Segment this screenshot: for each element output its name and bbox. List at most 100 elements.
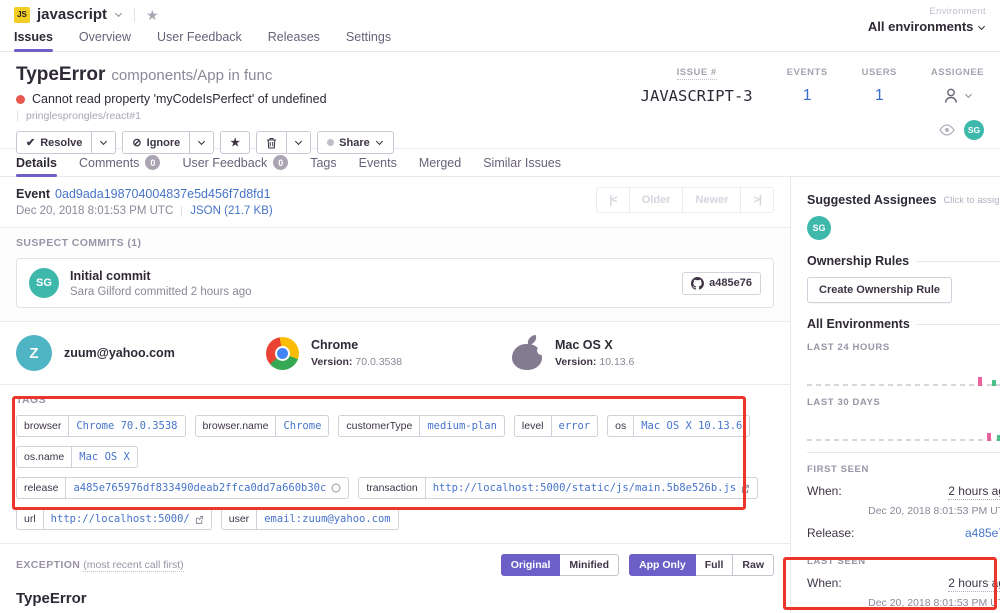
- chevron-down-icon[interactable]: [115, 10, 122, 17]
- tab-details[interactable]: Details: [16, 149, 57, 176]
- first-seen-block: FIRST SEEN When:2 hours ago Dec 20, 2018…: [807, 452, 1000, 540]
- create-ownership-rule-button[interactable]: Create Ownership Rule: [807, 277, 952, 303]
- event-toolbar: Event0ad9ada198704004837e5d456f7d8fd1 De…: [0, 177, 790, 228]
- issue-number-label: ISSUE #: [677, 67, 717, 80]
- bookmark-star-icon[interactable]: ★: [146, 8, 159, 22]
- nav-tab-releases[interactable]: Releases: [268, 30, 320, 51]
- suggested-assignees-title: Suggested Assignees: [807, 193, 936, 207]
- last-seen-block: LAST SEEN When:2 hours ago Dec 20, 2018 …: [807, 556, 1000, 613]
- project-nav: Issues Overview User Feedback Releases S…: [0, 30, 1000, 52]
- subscribe-eye-icon[interactable]: [939, 124, 955, 136]
- event-pagination: |< Older Newer >|: [596, 187, 774, 213]
- tag-pill-release[interactable]: releasea485e765976df833490deab2ffca0dd7a…: [16, 477, 349, 499]
- star-icon: ★: [230, 136, 240, 149]
- when-label: When:: [807, 484, 842, 498]
- divider: [916, 261, 1000, 262]
- chevron-down-icon: [295, 138, 302, 145]
- issue-culprit: components/App in func: [111, 67, 272, 84]
- users-count[interactable]: 1: [862, 87, 897, 105]
- events-sparkline-24h: [807, 359, 1000, 386]
- newer-event-button[interactable]: Newer: [682, 187, 741, 213]
- tab-tags[interactable]: Tags: [310, 149, 336, 176]
- os-version-label: Version:: [555, 356, 596, 368]
- tags-heading: TAGS: [16, 394, 774, 406]
- tag-pill-transaction[interactable]: transactionhttp://localhost:5000/static/…: [358, 477, 758, 499]
- tag-pill-browser[interactable]: browserChrome 70.0.3538: [16, 415, 186, 437]
- chevron-down-icon: [978, 23, 985, 30]
- first-seen-label: FIRST SEEN: [807, 464, 1000, 475]
- first-seen-when: 2 hours ago: [948, 484, 1000, 500]
- event-json-link[interactable]: JSON (21.7 KB): [190, 205, 272, 217]
- environment-selector[interactable]: Environment All environments: [868, 6, 986, 34]
- mute-icon: ⊘: [132, 136, 141, 149]
- release-info-icon: [331, 483, 341, 493]
- chevron-down-icon: [198, 138, 205, 145]
- tab-merged[interactable]: Merged: [419, 149, 461, 176]
- environment-label: Environment: [868, 6, 986, 17]
- events-label: EVENTS: [787, 67, 828, 78]
- os-context: Mac OS X Version: 10.13.6: [511, 335, 634, 371]
- user-context: Z zuum@yahoo.com: [16, 335, 266, 371]
- tag-pill-customer-type[interactable]: customerTypemedium-plan: [338, 415, 505, 437]
- nav-tab-overview[interactable]: Overview: [79, 30, 131, 51]
- first-seen-release-link[interactable]: a485e76: [965, 526, 1000, 540]
- comments-count-badge: 0: [145, 155, 160, 170]
- events-count[interactable]: 1: [787, 87, 828, 105]
- tag-pill-user[interactable]: useremail:zuum@yahoo.com: [221, 508, 399, 530]
- tag-pill-browser-name[interactable]: browser.nameChrome: [195, 415, 330, 437]
- tags-section: TAGS browserChrome 70.0.3538 browser.nam…: [0, 385, 790, 544]
- project-switcher[interactable]: javascript: [37, 6, 107, 23]
- external-link-icon: [741, 484, 750, 493]
- apple-icon: [511, 335, 543, 371]
- assignee-selector[interactable]: [931, 87, 984, 104]
- ownership-rules-title: Ownership Rules: [807, 254, 909, 268]
- toggle-original[interactable]: Original: [501, 554, 561, 576]
- tag-pill-url[interactable]: urlhttp://localhost:5000/: [16, 508, 212, 530]
- last-seen-date: Dec 20, 2018 8:01:53 PM UTC: [807, 597, 1000, 609]
- issue-stats: ISSUE # JAVASCRIPT-3 EVENTS 1 USERS 1 AS…: [641, 62, 984, 105]
- commit-card: SG Initial commit Sara Gilford committed…: [16, 258, 774, 308]
- nav-tab-issues[interactable]: Issues: [14, 30, 53, 51]
- when-label: When:: [807, 576, 842, 590]
- tag-pill-os-name[interactable]: os.nameMac OS X: [16, 446, 138, 468]
- tab-user-feedback[interactable]: User Feedback0: [182, 149, 288, 176]
- toggle-raw[interactable]: Raw: [732, 554, 774, 576]
- toggle-minified[interactable]: Minified: [559, 554, 619, 576]
- toggle-full[interactable]: Full: [695, 554, 734, 576]
- environment-value[interactable]: All environments: [868, 19, 986, 34]
- all-environments-title: All Environments: [807, 317, 910, 331]
- event-id-link[interactable]: 0ad9ada198704004837e5d456f7d8fd1: [55, 187, 271, 201]
- feedback-count-badge: 0: [273, 155, 288, 170]
- javascript-logo-icon: JS: [14, 7, 30, 23]
- commit-sha-button[interactable]: a485e76: [682, 272, 761, 295]
- assignee-label: ASSIGNEE: [931, 67, 984, 78]
- oldest-event-button[interactable]: |<: [596, 187, 630, 213]
- issue-annotation[interactable]: pringlesprongles/react#1: [17, 110, 984, 122]
- issue-title: TypeError: [16, 64, 105, 85]
- tab-events[interactable]: Events: [359, 149, 397, 176]
- release-label: Release:: [807, 526, 854, 540]
- last-24-hours-label: LAST 24 HOURS: [807, 342, 1000, 353]
- error-level-dot: [16, 95, 25, 104]
- delete-dropdown-button[interactable]: [286, 131, 311, 154]
- tab-similar-issues[interactable]: Similar Issues: [483, 149, 561, 176]
- trash-icon: [266, 137, 277, 149]
- person-icon: [942, 87, 960, 104]
- exception-heading-note: (most recent call first): [83, 559, 183, 572]
- older-event-button[interactable]: Older: [629, 187, 684, 213]
- external-link-icon: [195, 515, 204, 524]
- nav-tab-settings[interactable]: Settings: [346, 30, 391, 51]
- tab-comments[interactable]: Comments0: [79, 149, 160, 176]
- suggested-assignee-avatar[interactable]: SG: [807, 216, 831, 240]
- tag-pill-os[interactable]: osMac OS X 10.13.6: [607, 415, 750, 437]
- check-icon: ✔: [26, 136, 35, 149]
- nav-tab-user-feedback[interactable]: User Feedback: [157, 30, 242, 51]
- last-seen-when: 2 hours ago: [948, 576, 1000, 592]
- tag-pill-level[interactable]: levelerror: [514, 415, 598, 437]
- github-icon: [691, 277, 704, 290]
- toggle-app-only[interactable]: App Only: [629, 554, 696, 576]
- newest-event-button[interactable]: >|: [740, 187, 774, 213]
- view-toggle-group: App Only Full Raw: [629, 554, 774, 576]
- events-sparkline-30d: [807, 414, 1000, 441]
- chevron-down-icon: [965, 91, 972, 98]
